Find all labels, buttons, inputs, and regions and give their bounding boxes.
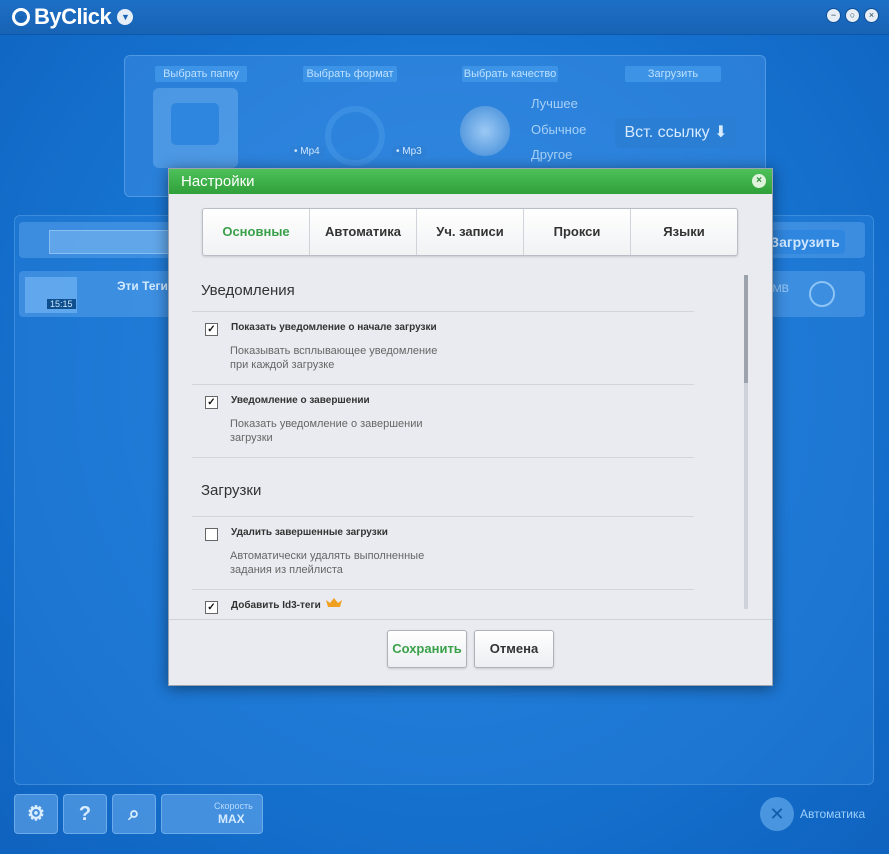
automation-icon: ✕ <box>760 797 794 831</box>
automation-label: Автоматика <box>800 807 866 821</box>
quality-knob-icon[interactable] <box>460 106 510 156</box>
tab-accounts[interactable]: Уч. записи <box>417 209 524 255</box>
settings-gear-icon[interactable]: ⚙ <box>14 794 58 834</box>
option-label: Добавить Id3-теги <box>231 600 321 611</box>
dialog-title-bar: Настройки × <box>169 169 772 194</box>
option-description: при каждой загрузке <box>230 359 335 371</box>
window-controls: − ○ × <box>826 8 879 23</box>
quality-other[interactable]: Другое <box>531 147 572 162</box>
option-description: Показать уведомление о завершении <box>230 418 423 430</box>
dialog-title: Настройки <box>181 173 255 190</box>
divider <box>192 589 694 590</box>
section-title-downloads: Загрузки <box>201 482 262 499</box>
checkbox-start-notification[interactable]: ✓ <box>205 323 218 336</box>
paste-link-label: Вст. ссылку <box>624 124 710 141</box>
item-title: Эти Теги <box>117 279 168 293</box>
divider <box>192 384 694 385</box>
app-name: ByClick <box>34 4 112 29</box>
tab-proxy[interactable]: Прокси <box>524 209 631 255</box>
checkbox-remove-completed[interactable] <box>205 528 218 541</box>
tab-general[interactable]: Основные <box>203 209 310 255</box>
bottom-toolbar: ⚙ ? ⌕ Скорость MAX <box>14 794 263 834</box>
dialog-close-icon[interactable]: × <box>752 174 766 188</box>
settings-content: Уведомления ✓ Показать уведомление о нач… <box>169 259 772 619</box>
choose-format-label[interactable]: Выбрать формат <box>303 66 397 82</box>
maximize-button[interactable]: ○ <box>845 8 860 23</box>
download-label[interactable]: Загрузить <box>625 66 721 82</box>
format-mp4[interactable]: • Mp4 <box>289 146 325 157</box>
disc-icon[interactable] <box>325 106 385 166</box>
scrollbar-thumb[interactable] <box>744 275 748 383</box>
title-bar: ByClick ▼ − ○ × <box>0 0 889 35</box>
app-logo: ByClick ▼ <box>12 4 134 29</box>
settings-scrollbar[interactable] <box>744 275 748 609</box>
cancel-button[interactable]: Отмена <box>474 630 554 668</box>
automation-toggle[interactable]: ✕ Автоматика <box>760 797 865 831</box>
option-description: Показывать всплывающее уведомление <box>230 345 438 357</box>
crown-icon <box>326 598 342 607</box>
section-title-notifications: Уведомления <box>201 282 295 299</box>
divider <box>192 516 694 517</box>
option-description: задания из плейлиста <box>230 564 343 576</box>
option-label: Показать уведомление о начале загрузки <box>231 322 437 333</box>
download-arrow-icon: ⬇ <box>714 124 728 141</box>
close-button[interactable]: × <box>864 8 879 23</box>
settings-tabs: Основные Автоматика Уч. записи Прокси Яз… <box>202 208 738 256</box>
settings-dialog: Настройки × Основные Автоматика Уч. запи… <box>168 168 773 686</box>
app-menu-dropdown-icon[interactable]: ▼ <box>117 9 134 25</box>
speed-value: MAX <box>218 812 245 826</box>
speed-control[interactable]: Скорость MAX <box>161 794 263 834</box>
choose-quality-label[interactable]: Выбрать качество <box>462 66 558 82</box>
option-description: загрузки <box>230 432 273 444</box>
byclick-logo-icon <box>12 8 30 26</box>
quality-best[interactable]: Лучшее <box>531 96 578 111</box>
help-icon[interactable]: ? <box>63 794 107 834</box>
option-label: Уведомление о завершении <box>231 395 370 406</box>
quality-normal[interactable]: Обычное <box>531 122 586 137</box>
app-window: ByClick ▼ − ○ × Выбрать папку Выбрать фо… <box>0 0 889 854</box>
format-mp3[interactable]: • Mp3 <box>391 146 427 157</box>
option-label: Удалить завершенные загрузки <box>231 527 388 538</box>
tab-languages[interactable]: Языки <box>631 209 737 255</box>
paste-link-button[interactable]: Вст. ссылку ⬇ <box>615 118 737 148</box>
duration-badge: 15:15 <box>47 299 76 309</box>
save-button[interactable]: Сохранить <box>387 630 467 668</box>
dialog-footer: Сохранить Отмена <box>169 619 772 686</box>
folder-icon[interactable] <box>153 88 238 168</box>
checkbox-add-id3-tags[interactable]: ✓ <box>205 601 218 614</box>
download-button[interactable]: Загрузить <box>765 230 845 254</box>
url-input[interactable] <box>49 230 181 254</box>
checkbox-finish-notification[interactable]: ✓ <box>205 396 218 409</box>
tab-automation[interactable]: Автоматика <box>310 209 417 255</box>
pause-icon[interactable] <box>809 281 835 307</box>
search-icon[interactable]: ⌕ <box>112 794 156 834</box>
choose-folder-label[interactable]: Выбрать папку <box>155 66 247 82</box>
item-size: MB <box>772 283 790 295</box>
divider <box>192 457 694 458</box>
divider <box>192 311 694 312</box>
minimize-button[interactable]: − <box>826 8 841 23</box>
speed-label: Скорость <box>214 801 253 811</box>
option-description: Автоматически удалять выполненные <box>230 550 425 562</box>
